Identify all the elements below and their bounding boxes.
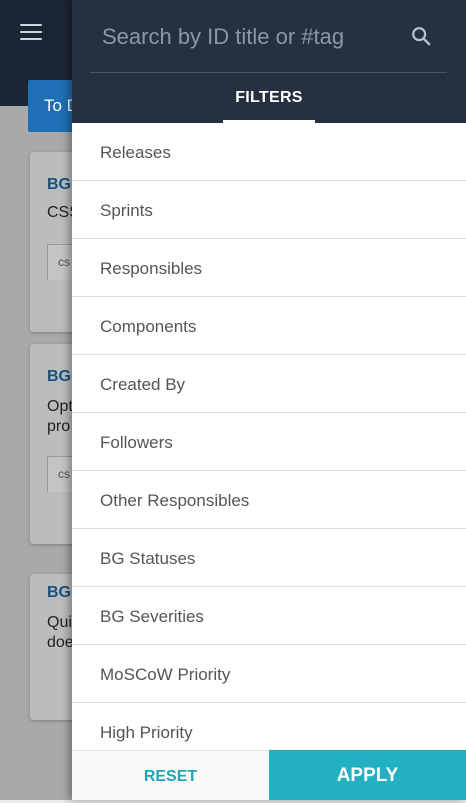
card-title-line2: pro (47, 418, 71, 435)
card-title-line1: Opt (47, 398, 73, 415)
drawer-header: FILTERS (72, 0, 466, 123)
filter-list: Releases Sprints Responsibles Components… (72, 123, 466, 750)
search-input[interactable] (100, 18, 394, 56)
hamburger-menu-icon[interactable] (20, 24, 42, 40)
filter-item-followers[interactable]: Followers (72, 413, 466, 471)
filter-item-bg-severities[interactable]: BG Severities (72, 587, 466, 645)
drawer-footer: RESET APPLY (72, 750, 466, 800)
filter-item-high-priority[interactable]: High Priority (72, 703, 466, 750)
card-title-line1: Qui (47, 614, 72, 631)
card-tag: BG (47, 368, 71, 385)
filter-item-responsibles[interactable]: Responsibles (72, 239, 466, 297)
tab-filters-label: FILTERS (235, 89, 303, 106)
search-icon[interactable] (410, 25, 432, 47)
card-title-line2: doe (47, 634, 74, 651)
search-bar (90, 0, 447, 73)
filter-item-sprints[interactable]: Sprints (72, 181, 466, 239)
filter-item-releases[interactable]: Releases (72, 123, 466, 181)
card-tag: BG (47, 584, 71, 601)
filter-item-components[interactable]: Components (72, 297, 466, 355)
card-tag: BG (47, 176, 71, 193)
filter-item-bg-statuses[interactable]: BG Statuses (72, 529, 466, 587)
filter-item-created-by[interactable]: Created By (72, 355, 466, 413)
reset-button[interactable]: RESET (72, 750, 269, 800)
filter-drawer: FILTERS Releases Sprints Responsibles Co… (72, 0, 466, 800)
apply-button[interactable]: APPLY (269, 750, 466, 800)
tab-filters[interactable]: FILTERS (223, 72, 315, 123)
filter-item-other-responsibles[interactable]: Other Responsibles (72, 471, 466, 529)
filter-item-moscow-priority[interactable]: MoSCoW Priority (72, 645, 466, 703)
